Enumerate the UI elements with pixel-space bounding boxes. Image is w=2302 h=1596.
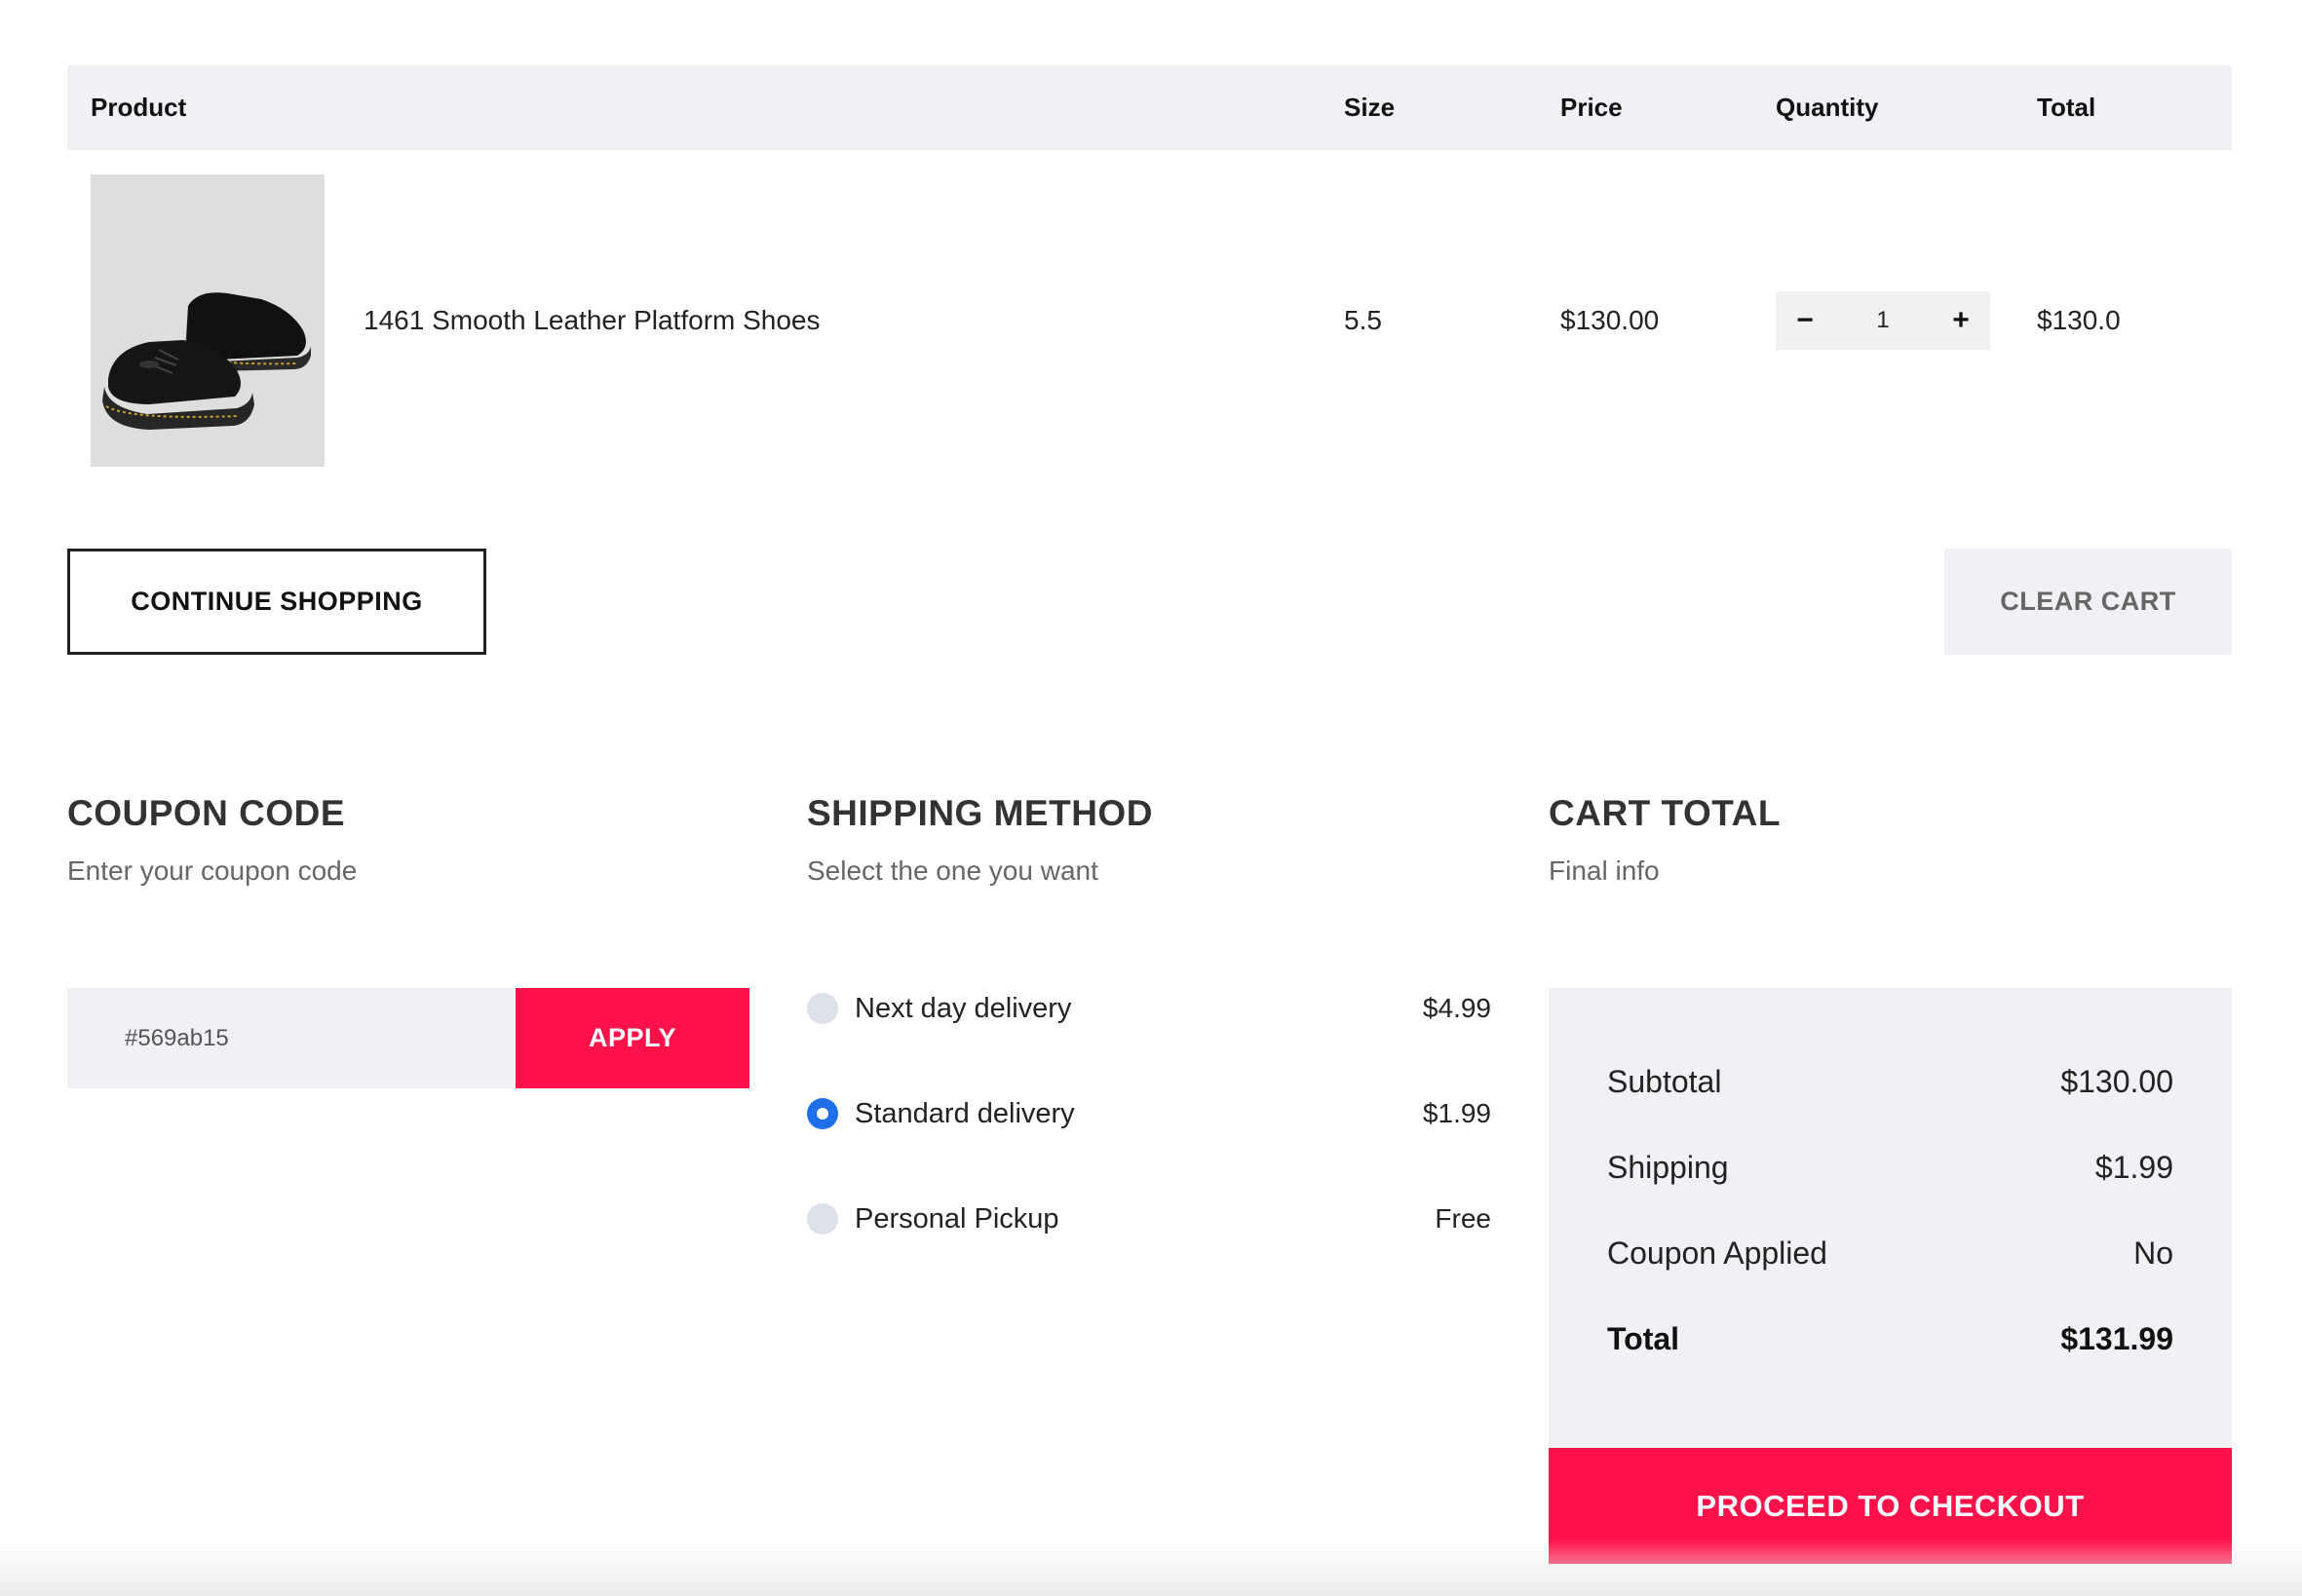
quantity-stepper: − 1 +: [1776, 291, 1990, 350]
shoe-photo-icon: [91, 174, 325, 467]
summary-row-shipping: Shipping $1.99: [1607, 1144, 2173, 1191]
summary-row-subtotal: Subtotal $130.00: [1607, 1058, 2173, 1105]
cart-total-subtitle: Final info: [1549, 855, 1660, 886]
quantity-decrement-button[interactable]: −: [1776, 291, 1834, 350]
shipping-option-label: Next day delivery: [855, 993, 1072, 1024]
radio-unselected-icon[interactable]: [807, 1203, 838, 1235]
quantity-value[interactable]: 1: [1834, 291, 1932, 350]
product-price: $130.00: [1560, 305, 1660, 335]
shipping-option-pickup[interactable]: Personal Pickup Free: [807, 1197, 1491, 1240]
header-total: Total: [2037, 93, 2096, 122]
shipping-option-label: Standard delivery: [855, 1098, 1075, 1129]
apply-coupon-button[interactable]: APPLY: [516, 988, 749, 1088]
header-quantity: Quantity: [1776, 93, 1879, 122]
coupon-subtitle: Enter your coupon code: [67, 855, 358, 886]
continue-shopping-button[interactable]: CONTINUE SHOPPING: [67, 549, 486, 655]
shipping-subtitle: Select the one you want: [807, 855, 1098, 886]
shipping-title: SHIPPING METHOD: [807, 793, 1153, 833]
quantity-increment-button[interactable]: +: [1932, 291, 1990, 350]
summary-value: $130.00: [2060, 1064, 2173, 1099]
shipping-option-price: Free: [1435, 1203, 1491, 1234]
header-size: Size: [1344, 93, 1396, 122]
product-name[interactable]: 1461 Smooth Leather Platform Shoes: [364, 301, 821, 340]
header-product: Product: [91, 93, 187, 122]
summary-value: $1.99: [2094, 1150, 2173, 1185]
coupon-input[interactable]: [67, 988, 516, 1088]
shipping-option-price: $1.99: [1422, 1098, 1491, 1128]
clear-cart-button[interactable]: CLEAR CART: [1944, 549, 2232, 655]
summary-label: Total: [1607, 1321, 1680, 1356]
summary-label: Shipping: [1607, 1150, 1729, 1185]
cart-total-title: CART TOTAL: [1549, 793, 1781, 833]
product-size: 5.5: [1344, 305, 1382, 335]
summary-row-coupon: Coupon Applied No: [1607, 1230, 2173, 1276]
header-price: Price: [1560, 93, 1623, 122]
cart-total-summary: Subtotal $130.00 Shipping $1.99 Coupon A…: [1549, 988, 2232, 1448]
shipping-option-next-day[interactable]: Next day delivery $4.99: [807, 987, 1491, 1030]
shipping-option-price: $4.99: [1422, 993, 1491, 1023]
summary-label: Subtotal: [1607, 1064, 1722, 1099]
cart-page: Product Size Price Quantity Total 1461 S…: [0, 0, 2302, 1596]
product-line-total: $130.0: [2037, 305, 2121, 335]
summary-value: $131.99: [2060, 1321, 2173, 1356]
radio-unselected-icon[interactable]: [807, 993, 838, 1024]
bottom-shadow: [0, 1539, 2302, 1596]
coupon-title: COUPON CODE: [67, 793, 346, 833]
summary-value: No: [2133, 1235, 2173, 1271]
radio-selected-icon[interactable]: [807, 1098, 838, 1129]
shipping-option-label: Personal Pickup: [855, 1203, 1059, 1235]
summary-row-total: Total $131.99: [1607, 1315, 2173, 1362]
shipping-option-standard[interactable]: Standard delivery $1.99: [807, 1092, 1491, 1135]
summary-label: Coupon Applied: [1607, 1235, 1827, 1271]
product-image[interactable]: [91, 174, 325, 467]
cart-table-header: Product Size Price Quantity Total: [67, 65, 2232, 150]
